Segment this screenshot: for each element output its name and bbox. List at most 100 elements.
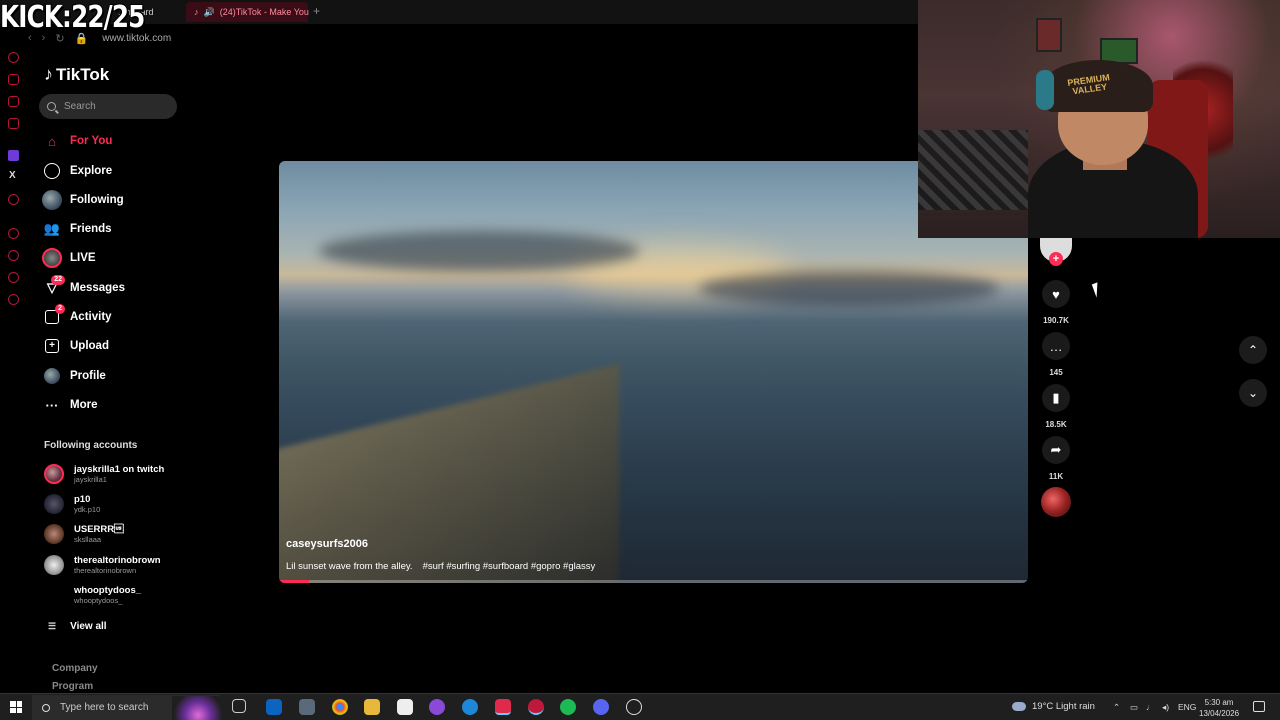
- avatar: [44, 555, 64, 575]
- search-icon: [42, 703, 50, 712]
- sidebar-app-icon[interactable]: [8, 74, 19, 85]
- compass-icon: [42, 161, 62, 181]
- gear-icon[interactable]: [8, 294, 19, 305]
- video-frame-cloud: [699, 271, 999, 306]
- video-hashtags[interactable]: #surf #surfing #surfboard #gopro #glassy: [423, 561, 596, 572]
- obs-icon[interactable]: [626, 699, 642, 715]
- nav-messages[interactable]: ▽ 22 Messages: [42, 275, 125, 300]
- comment-button[interactable]: … 145: [1040, 332, 1072, 377]
- video-progress-bar[interactable]: [279, 580, 1028, 583]
- save-count: 18.5K: [1045, 420, 1067, 429]
- spotify-icon[interactable]: [560, 699, 576, 715]
- sidebar-app-icon[interactable]: [8, 52, 19, 63]
- previous-video-button[interactable]: ⌃: [1239, 336, 1267, 364]
- heart-icon: ♥: [1042, 280, 1070, 308]
- sidebar-app-icon[interactable]: [8, 194, 19, 205]
- music-disc-avatar[interactable]: [1041, 487, 1071, 517]
- weather-widget[interactable]: 19°C Light rain: [1012, 701, 1095, 712]
- file-explorer-icon[interactable]: [364, 699, 380, 715]
- webcam-poster: [1036, 18, 1062, 52]
- discord-icon[interactable]: [593, 699, 609, 715]
- video-frame-sand: [279, 363, 619, 583]
- notification-icon[interactable]: [1253, 701, 1265, 712]
- webcam-couch: [918, 130, 1028, 210]
- footer-company-link[interactable]: Company: [52, 663, 98, 674]
- nav-upload[interactable]: + Upload: [42, 334, 109, 358]
- more-icon: ···: [45, 397, 59, 413]
- account-item[interactable]: whooptydoos_ whooptydoos_: [44, 581, 141, 609]
- nav-following[interactable]: Following: [42, 188, 124, 212]
- new-tab-button[interactable]: +: [313, 4, 320, 18]
- share-button[interactable]: ➦ 11K: [1040, 436, 1072, 481]
- avatar: [44, 585, 64, 605]
- windows-start-icon[interactable]: [10, 701, 22, 713]
- video-caption: Lil sunset wave from the alley. #surf #su…: [286, 561, 596, 572]
- speaker-icon: 🔊: [203, 6, 215, 17]
- profile-icon: [42, 366, 62, 386]
- nav-profile[interactable]: Profile: [42, 364, 106, 388]
- tiktok-app-icon[interactable]: [495, 699, 511, 715]
- nav-for-you[interactable]: ⌂ For You: [42, 129, 112, 153]
- messages-badge: 22: [51, 275, 65, 285]
- taskbar-clock[interactable]: 5:30 am 13/04/2026: [1199, 697, 1239, 719]
- video-player[interactable]: caseysurfs2006 Lil sunset wave from the …: [279, 161, 1028, 583]
- volume-icon[interactable]: ◂): [1162, 702, 1169, 713]
- sidebar-app-icon[interactable]: [8, 118, 19, 129]
- view-all-button[interactable]: ☰ View all: [48, 621, 107, 632]
- comment-count: 145: [1049, 368, 1063, 377]
- video-author[interactable]: caseysurfs2006: [286, 538, 368, 550]
- save-button[interactable]: ▮ 18.5K: [1040, 384, 1072, 429]
- follow-plus-icon[interactable]: +: [1049, 252, 1063, 266]
- browser-sidebar: X: [0, 24, 28, 696]
- sidebar-app-icon[interactable]: [8, 272, 19, 283]
- nav-friends[interactable]: 👥 Friends: [42, 217, 112, 241]
- activity-icon: 2: [42, 304, 65, 327]
- twitch-icon[interactable]: [8, 150, 19, 161]
- sidebar-app-icon[interactable]: [8, 96, 19, 107]
- opera-icon[interactable]: [528, 699, 544, 715]
- account-item[interactable]: therealtorinobrown therealtorinobrown: [44, 551, 161, 579]
- task-view-icon[interactable]: [232, 699, 246, 713]
- next-video-button[interactable]: ⌄: [1239, 379, 1267, 407]
- account-item[interactable]: p10 ydk.p10: [44, 490, 100, 518]
- capcut-icon[interactable]: [397, 699, 413, 715]
- like-button[interactable]: ♥ 190.7K: [1040, 280, 1072, 325]
- app-icon[interactable]: [429, 699, 445, 715]
- network-icon[interactable]: ▭: [1130, 702, 1138, 713]
- nav-more[interactable]: ··· More: [42, 393, 98, 417]
- video-frame-cloud: [319, 231, 639, 271]
- chevron-up-icon[interactable]: ⌃: [1113, 702, 1120, 713]
- search-highlight-image: [172, 696, 224, 720]
- outlook-icon[interactable]: [266, 699, 282, 715]
- nav-activity[interactable]: 2 Activity: [42, 304, 112, 329]
- search-input[interactable]: Search: [39, 94, 177, 119]
- tiktok-logo[interactable]: ♪ TikTok: [44, 64, 109, 85]
- taskbar: Type here to search 19°C Light rain ⌃ ▭ …: [0, 693, 1280, 720]
- microphone-icon[interactable]: ♩: [1146, 702, 1155, 712]
- edge-icon[interactable]: [462, 699, 478, 715]
- chevron-down-icon: ⌄: [1247, 386, 1259, 400]
- chevron-up-icon: ⌃: [1247, 343, 1259, 357]
- friends-icon: 👥: [43, 221, 61, 236]
- account-item[interactable]: jayskrilla1 on twitch jayskrilla1: [44, 460, 164, 488]
- sidebar-app-icon[interactable]: [8, 250, 19, 261]
- tiktok-tab-icon: ♪: [194, 7, 199, 17]
- tab-tiktok[interactable]: ♪ 🔊 (24)TikTok - Make You: [186, 2, 309, 22]
- account-item[interactable]: USERRR sksllaaa: [44, 520, 124, 548]
- mouse-cursor: [1091, 282, 1103, 298]
- avatar: [44, 494, 64, 514]
- address-bar[interactable]: ‹ › ↻ 🔒 www.tiktok.com: [28, 28, 918, 48]
- comment-icon: …: [1042, 332, 1070, 360]
- chrome-icon[interactable]: [332, 699, 348, 715]
- nav-live[interactable]: LIVE: [42, 246, 96, 270]
- footer-program-link[interactable]: Program: [52, 681, 93, 692]
- app-icon[interactable]: [299, 699, 315, 715]
- home-icon: ⌂: [48, 133, 56, 149]
- kick-counter-overlay: KICK:22/25: [0, 0, 145, 35]
- language-indicator[interactable]: ENG: [1178, 702, 1196, 712]
- sidebar-app-icon[interactable]: [8, 228, 19, 239]
- video-progress-fill: [279, 580, 309, 583]
- creator-avatar[interactable]: +: [1040, 238, 1072, 266]
- x-icon[interactable]: X: [9, 170, 16, 181]
- nav-explore[interactable]: Explore: [42, 159, 112, 183]
